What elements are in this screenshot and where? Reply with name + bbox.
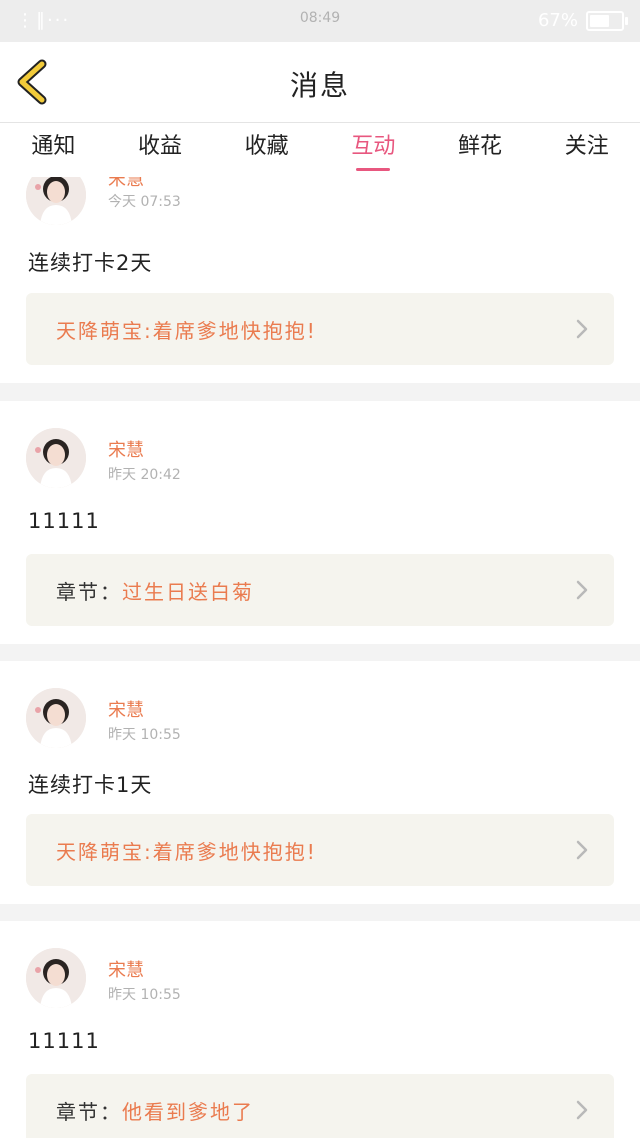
message-card: 宋慧 昨天 10:55 连续打卡1天 天降萌宝:着席爹地快抱抱! bbox=[0, 661, 640, 904]
link-title: 他看到爹地了 bbox=[122, 1100, 254, 1124]
avatar-image bbox=[26, 428, 86, 488]
chapter-link-text: 章节：他看到爹地了 bbox=[56, 1096, 254, 1125]
avatar-image bbox=[26, 688, 86, 748]
link-prefix: 章节： bbox=[56, 1100, 122, 1124]
battery-icon bbox=[586, 10, 628, 31]
user-name: 宋慧 bbox=[108, 177, 144, 190]
message-text: 11111 bbox=[28, 1029, 100, 1053]
message-time: 昨天 10:55 bbox=[108, 727, 181, 743]
message-text: 连续打卡2天 bbox=[28, 251, 153, 275]
book-link-text: 天降萌宝:着席爹地快抱抱! bbox=[56, 836, 317, 865]
tab-favorites[interactable]: 收藏 bbox=[213, 123, 320, 177]
message-text: 11111 bbox=[28, 509, 100, 533]
link-title: 过生日送白菊 bbox=[122, 580, 254, 604]
message-time: 昨天 20:42 bbox=[108, 467, 181, 483]
message-card: 宋慧 今天 07:53 连续打卡2天 天降萌宝:着席爹地快抱抱! bbox=[0, 177, 640, 383]
chapter-link[interactable]: 章节：他看到爹地了 bbox=[26, 1074, 614, 1138]
message-time: 昨天 10:55 bbox=[108, 987, 181, 1003]
status-bar: ⋮∥··· 08:49 67% bbox=[0, 0, 640, 42]
tab-follows[interactable]: 关注 bbox=[533, 123, 640, 177]
message-card: 宋慧 昨天 10:55 11111 章节：他看到爹地了 bbox=[0, 921, 640, 1138]
battery-percent: 67% bbox=[537, 10, 578, 31]
avatar-image bbox=[26, 948, 86, 1008]
user-name: 宋慧 bbox=[108, 960, 144, 981]
user-name: 宋慧 bbox=[108, 700, 144, 721]
status-right: 67% bbox=[537, 10, 628, 31]
user-avatar[interactable] bbox=[26, 177, 86, 225]
book-link-text: 天降萌宝:着席爹地快抱抱! bbox=[56, 315, 317, 344]
link-title: 天降萌宝:着席爹地快抱抱! bbox=[56, 840, 317, 864]
book-link[interactable]: 天降萌宝:着席爹地快抱抱! bbox=[26, 814, 614, 886]
chapter-link-text: 章节：过生日送白菊 bbox=[56, 576, 254, 605]
chevron-right-icon bbox=[576, 840, 588, 860]
chapter-link[interactable]: 章节：过生日送白菊 bbox=[26, 554, 614, 626]
tab-bar: 通知 收益 收藏 互动 鲜花 关注 bbox=[0, 122, 640, 178]
page-title: 消息 bbox=[289, 69, 350, 102]
book-link[interactable]: 天降萌宝:着席爹地快抱抱! bbox=[26, 293, 614, 365]
user-avatar[interactable] bbox=[26, 948, 86, 1008]
tab-interaction[interactable]: 互动 bbox=[320, 123, 427, 177]
user-name: 宋慧 bbox=[108, 440, 144, 461]
message-time: 今天 07:53 bbox=[108, 194, 181, 210]
link-prefix: 章节： bbox=[56, 580, 122, 604]
avatar-image bbox=[26, 177, 86, 225]
message-card: 宋慧 昨天 20:42 11111 章节：过生日送白菊 bbox=[0, 401, 640, 644]
tab-earnings[interactable]: 收益 bbox=[107, 123, 214, 177]
chevron-right-icon bbox=[576, 1100, 588, 1120]
message-list: 宋慧 今天 07:53 连续打卡2天 天降萌宝:着席爹地快抱抱! 宋慧 昨天 2… bbox=[0, 177, 640, 1138]
tab-flowers[interactable]: 鲜花 bbox=[427, 123, 534, 177]
user-avatar[interactable] bbox=[26, 428, 86, 488]
chevron-right-icon bbox=[576, 319, 588, 339]
message-text: 连续打卡1天 bbox=[28, 773, 153, 797]
link-title: 天降萌宝:着席爹地快抱抱! bbox=[56, 319, 317, 343]
tab-notifications[interactable]: 通知 bbox=[0, 123, 107, 177]
app-header: 消息 bbox=[0, 42, 640, 122]
chevron-right-icon bbox=[576, 580, 588, 600]
user-avatar[interactable] bbox=[26, 688, 86, 748]
battery-fill bbox=[590, 14, 609, 27]
